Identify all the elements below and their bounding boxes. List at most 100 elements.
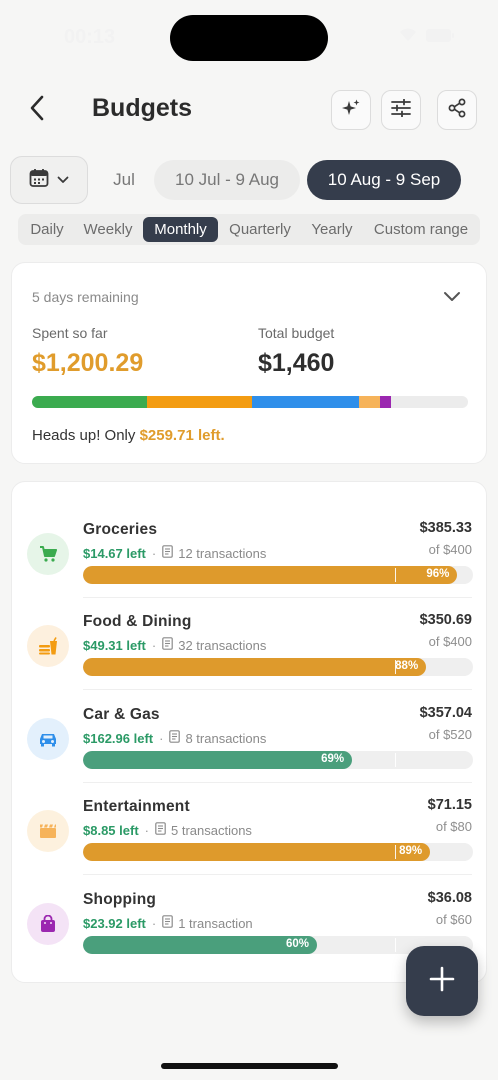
granularity-selector: Daily Weekly Monthly Quarterly Yearly Cu… <box>18 214 480 245</box>
status-icons <box>398 28 454 42</box>
heads-up-prefix: Heads up! Only <box>32 427 140 444</box>
transactions-count: 1 transaction <box>162 915 253 931</box>
add-budget-button[interactable] <box>406 946 478 1016</box>
car-icon <box>27 718 69 760</box>
category-spent: $71.15 <box>427 797 472 813</box>
progress-percent: 96% <box>426 568 450 580</box>
tab-quarterly[interactable]: Quarterly <box>223 217 297 242</box>
collapse-summary-button[interactable] <box>440 287 464 309</box>
amount-left: $162.96 left <box>83 730 154 746</box>
page-title: Budgets <box>92 94 192 122</box>
category-spent: $36.08 <box>427 890 472 906</box>
receipt-icon <box>162 915 174 931</box>
amount-left: $8.85 left <box>83 822 139 838</box>
receipt-icon <box>162 637 174 653</box>
time-elapsed-marker <box>395 845 396 859</box>
progress-fill: 96% <box>83 566 458 584</box>
cart-icon <box>27 533 69 575</box>
heads-up-amount: $259.71 left. <box>139 427 225 444</box>
category-budget: of $400 <box>428 634 472 649</box>
progress-fill: 69% <box>83 751 353 769</box>
dynamic-island <box>170 15 328 61</box>
period-chip-jul[interactable]: Jul <box>94 160 154 200</box>
receipt-icon <box>162 545 174 561</box>
period-chip-aug-sep[interactable]: 10 Aug - 9 Sep <box>307 160 461 200</box>
progress-fill: 60% <box>83 936 317 954</box>
spent-value: $1,200.29 <box>32 349 144 377</box>
separator-dot: · <box>151 915 157 931</box>
progress-percent: 89% <box>399 845 423 857</box>
breakdown-segment <box>32 396 148 408</box>
category-row[interactable]: Entertainment $8.85 left · 5 transactions $7… <box>12 783 488 875</box>
calendar-picker-button[interactable] <box>10 156 88 204</box>
category-name: Food & Dining <box>83 613 192 630</box>
tab-daily[interactable]: Daily <box>22 217 72 242</box>
category-name: Groceries <box>83 521 158 538</box>
progress-fill: 88% <box>83 658 427 676</box>
amount-left: $14.67 left <box>83 545 146 561</box>
category-meta: $23.92 left · 1 transaction <box>83 915 253 931</box>
days-remaining: 5 days remaining <box>32 289 139 305</box>
total-budget-value: $1,460 <box>258 349 335 377</box>
progress-percent: 69% <box>321 753 345 765</box>
tab-monthly[interactable]: Monthly <box>143 217 218 242</box>
spending-breakdown-bar <box>32 396 468 408</box>
separator-dot: · <box>151 545 157 561</box>
category-row[interactable]: Food & Dining $49.31 left · 32 transactions… <box>12 598 488 690</box>
category-spent: $350.69 <box>419 612 472 628</box>
category-meta: $162.96 left · 8 transactions <box>83 730 266 746</box>
category-name: Entertainment <box>83 798 190 815</box>
share-button[interactable] <box>437 90 477 130</box>
category-row[interactable]: Groceries $14.67 left · 12 transactions $385… <box>12 506 488 598</box>
transactions-count: 8 transactions <box>169 730 266 746</box>
ai-insights-button[interactable] <box>331 90 371 130</box>
category-row[interactable]: Car & Gas $162.96 left · 8 transactions $357… <box>12 691 488 783</box>
chevron-left-icon <box>29 95 45 126</box>
filter-button[interactable] <box>381 90 421 130</box>
divider <box>83 689 472 690</box>
tab-custom-range[interactable]: Custom range <box>368 217 474 242</box>
transactions-count: 12 transactions <box>162 545 266 561</box>
time-elapsed-marker <box>395 568 396 582</box>
breakdown-segment <box>147 396 252 408</box>
plus-icon <box>429 966 455 997</box>
progress-percent: 88% <box>395 660 419 672</box>
separator-dot: · <box>159 730 164 746</box>
category-budget-list: Groceries $14.67 left · 12 transactions $385… <box>11 481 487 983</box>
tab-weekly[interactable]: Weekly <box>78 217 138 242</box>
transactions-count: 5 transactions <box>155 822 252 838</box>
category-progress-bar: 89% <box>83 843 473 861</box>
share-icon <box>447 98 467 123</box>
period-chip-jul-aug[interactable]: 10 Jul - 9 Aug <box>154 160 300 200</box>
clapperboard-icon <box>27 810 69 852</box>
transactions-label: 8 transactions <box>185 730 267 746</box>
time-elapsed-marker <box>395 938 396 952</box>
status-bar: 00:13 <box>0 0 498 76</box>
total-budget-label: Total budget <box>258 325 335 341</box>
time-elapsed-marker <box>395 660 396 674</box>
sparkles-icon <box>341 98 361 123</box>
transactions-label: 5 transactions <box>171 822 252 838</box>
receipt-icon <box>169 730 181 746</box>
tab-yearly[interactable]: Yearly <box>304 217 360 242</box>
period-selector: Jul 10 Jul - 9 Aug 10 Aug - 9 Sep <box>10 156 498 204</box>
amount-left: $23.92 left <box>83 915 146 931</box>
category-progress-bar: 88% <box>83 658 473 676</box>
transactions-label: 32 transactions <box>178 637 267 653</box>
breakdown-segment <box>358 396 380 408</box>
category-budget: of $520 <box>428 727 472 742</box>
divider <box>83 874 472 875</box>
back-button[interactable] <box>22 94 52 126</box>
progress-fill: 89% <box>83 843 431 861</box>
battery-icon <box>426 28 454 42</box>
category-meta: $14.67 left · 12 transactions <box>83 545 266 561</box>
heads-up-message: Heads up! Only $259.71 left. <box>32 427 225 444</box>
receipt-icon <box>155 822 166 838</box>
category-progress-bar: 69% <box>83 751 473 769</box>
fastfood-icon <box>27 625 69 667</box>
category-name: Car & Gas <box>83 706 160 723</box>
category-spent: $385.33 <box>419 520 472 536</box>
category-progress-bar: 96% <box>83 566 473 584</box>
breakdown-segment <box>379 396 391 408</box>
sliders-icon <box>391 98 411 122</box>
